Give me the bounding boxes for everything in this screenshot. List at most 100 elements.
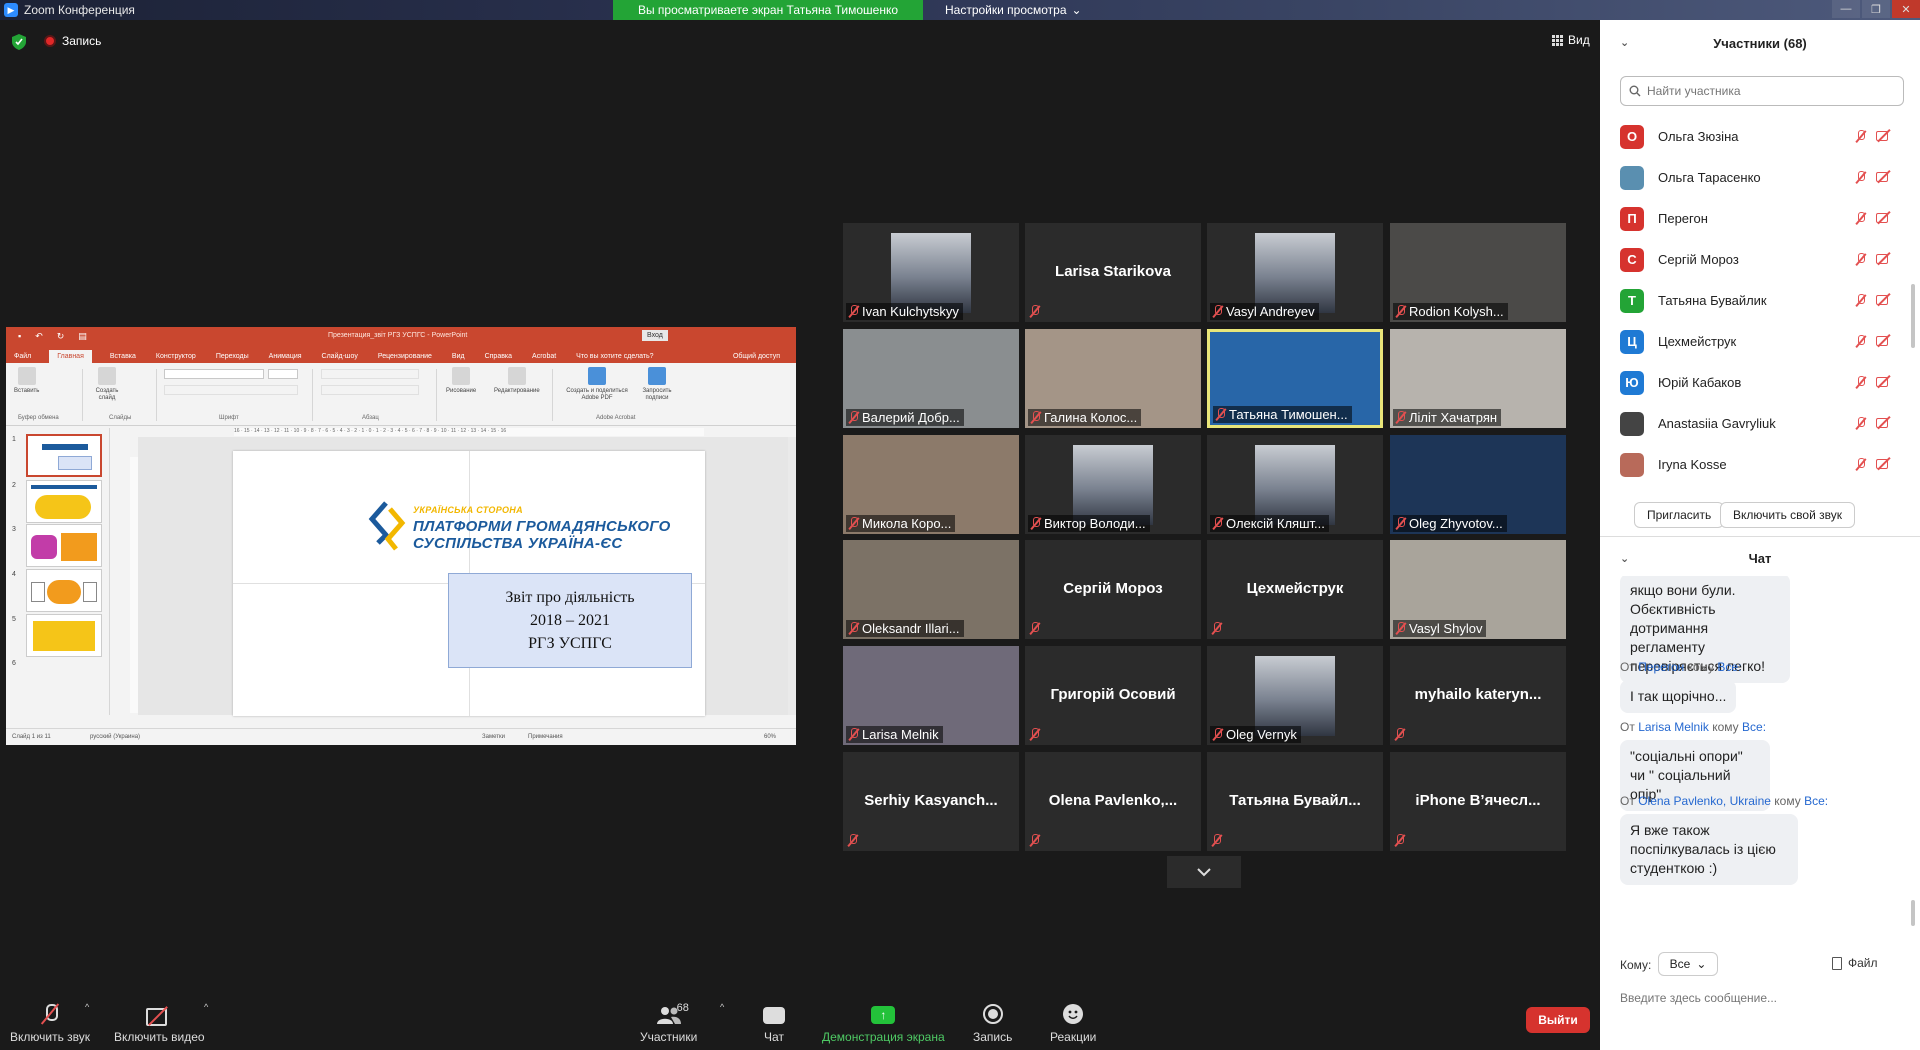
chat-message-meta: От Olena Pavlenko, Ukraine кому Все:	[1620, 794, 1829, 808]
video-tile[interactable]: Сергій Мороз	[1025, 540, 1201, 639]
video-tile[interactable]: Олексій Кляшт...	[1207, 435, 1383, 534]
video-button[interactable]: Включить видео	[114, 990, 205, 1050]
search-input[interactable]	[1647, 84, 1887, 98]
video-tile[interactable]: Валерий Добр...	[843, 329, 1019, 428]
chat-scrollbar[interactable]	[1911, 900, 1915, 926]
collapse-chevron-icon[interactable]: ⌄	[1620, 36, 1629, 49]
participant-search[interactable]	[1620, 76, 1904, 106]
participants-icon: 68	[656, 1002, 689, 1024]
new-slide-icon	[98, 367, 116, 385]
video-tile[interactable]: Larisa Melnik	[843, 646, 1019, 745]
microphone-off-icon	[1030, 411, 1041, 424]
camera-off-icon	[1876, 130, 1892, 141]
file-button[interactable]: Файл	[1832, 956, 1878, 970]
video-tile[interactable]: Григорій Осовий	[1025, 646, 1201, 745]
video-tile[interactable]: myhailo katеryn...	[1390, 646, 1566, 745]
next-page-button[interactable]	[1167, 856, 1241, 888]
recording-indicator[interactable]: Запись	[44, 34, 101, 48]
participant-name: Цехмейструк	[1246, 580, 1344, 597]
chat-input[interactable]	[1620, 986, 1900, 1010]
invite-button[interactable]: Пригласить	[1634, 502, 1725, 528]
window-title: Zoom Конференция	[24, 3, 135, 17]
save-icon: ▪	[18, 331, 22, 341]
audio-options-caret[interactable]: ^	[85, 1002, 89, 1012]
video-tile[interactable]: Larisa Starikova	[1025, 223, 1201, 322]
video-tile[interactable]: Ivan Kulchytskyy	[843, 223, 1019, 322]
participant-row[interactable]: Ц Цехмейструк	[1600, 321, 1920, 362]
view-button[interactable]: Вид	[1552, 33, 1590, 47]
video-tile[interactable]: Oleg Vernyk	[1207, 646, 1383, 745]
record-button[interactable]: Запись	[973, 990, 1012, 1050]
participant-photo	[1255, 656, 1335, 736]
video-tile[interactable]: Oleg Zhyvotov...	[1390, 435, 1566, 534]
ppt-new-slide: Создать слайд	[92, 367, 122, 402]
video-tile[interactable]: Oleksandr Illari...	[843, 540, 1019, 639]
share-screen-button[interactable]: ↑ Демонстрация экрана	[822, 990, 945, 1050]
participants-options-caret[interactable]: ^	[720, 1002, 724, 1012]
reactions-button[interactable]: Реакции	[1050, 990, 1096, 1050]
audio-button[interactable]: Включить звук	[10, 990, 90, 1050]
chat-recipient: Все:	[1804, 794, 1829, 808]
participant-name: Serhiy Kasyanch...	[864, 792, 998, 809]
ppt-ruler: 16 · 15 · 14 · 13 · 12 · 11 · 10 · 9 · 8…	[234, 428, 704, 436]
participant-row[interactable]: Т Татьяна Бувайлик	[1600, 280, 1920, 321]
video-tile[interactable]: Rodion Kolysh...	[1390, 223, 1566, 322]
shield-icon[interactable]	[12, 34, 26, 50]
ppt-tell-me: Что вы хотите сделать?	[576, 353, 654, 360]
ppt-ribbon: Вставить Создать слайд Рисование Редакти…	[6, 363, 796, 426]
recipient-select[interactable]: Все ⌄	[1658, 952, 1718, 976]
participant-row[interactable]: Ю Юрій Кабаков	[1600, 362, 1920, 403]
notes-label: Заметки	[482, 734, 505, 740]
participant-row[interactable]: С Сергій Мороз	[1600, 239, 1920, 280]
video-tile[interactable]: Галина Колос...	[1025, 329, 1201, 428]
avatar: П	[1620, 206, 1644, 231]
leave-button[interactable]: Выйти	[1526, 1007, 1590, 1033]
unmute-me-button[interactable]: Включить свой звук	[1720, 502, 1855, 528]
view-options-button[interactable]: Настройки просмотра ⌄	[945, 0, 1082, 20]
video-tile[interactable]: Лілiт Хачатрян	[1390, 329, 1566, 428]
microphone-off-icon	[848, 305, 859, 318]
chat-button[interactable]: Чат	[763, 990, 785, 1050]
participant-row[interactable]: Iryna Kosse	[1600, 444, 1920, 485]
chat-recipient: Все:	[1717, 660, 1742, 674]
microphone-off-icon	[848, 728, 859, 741]
participant-photo	[1255, 445, 1335, 525]
microphone-off-icon	[848, 622, 859, 635]
participant-name-text: Oleg Vernyk	[1226, 727, 1297, 742]
video-tile[interactable]: Татьяна Тимошен...	[1207, 329, 1383, 428]
chat-message: Я вже також поспілкувалась із цією студе…	[1620, 814, 1798, 885]
signature-icon	[648, 367, 666, 385]
paragraph-row	[321, 369, 419, 379]
microphone-off-icon	[848, 517, 859, 530]
video-tile[interactable]: Татьяна Бувайл...	[1207, 752, 1383, 851]
camera-off-icon	[1876, 376, 1892, 387]
participant-name: iPhone В’ячесл...	[1415, 792, 1541, 809]
video-tile[interactable]: Vasyl Shylov	[1390, 540, 1566, 639]
ppt-title-bar: ▪ ↶ ↻ ▤ Презентация_звіт РГЗ УСПГС - Pow…	[6, 327, 796, 346]
participant-name-text: Rodion Kolysh...	[1409, 304, 1504, 319]
minimize-icon[interactable]: —	[1832, 0, 1860, 18]
close-icon[interactable]: ✕	[1892, 0, 1920, 18]
video-tile[interactable]: Виктор Володи...	[1025, 435, 1201, 534]
participant-row[interactable]: О Ольга Зюзіна	[1600, 116, 1920, 157]
chevron-down-icon: ⌄	[1071, 3, 1082, 17]
video-tile[interactable]: iPhone В’ячесл...	[1390, 752, 1566, 851]
video-tile[interactable]: Serhiy Kasyanch...	[843, 752, 1019, 851]
video-tile[interactable]: Микола Коро...	[843, 435, 1019, 534]
paragraph-row-2	[321, 385, 419, 395]
video-options-caret[interactable]: ^	[204, 1002, 208, 1012]
slide-thumb	[26, 569, 102, 612]
collapse-chevron-icon[interactable]: ⌄	[1620, 552, 1629, 565]
meeting-toolbar: Включить звук ^ Включить видео ^ 68 Учас…	[0, 990, 1600, 1050]
participant-name: Vasyl Andreyev	[1210, 303, 1319, 320]
maximize-icon[interactable]: ❐	[1862, 0, 1890, 18]
view-options-label: Настройки просмотра	[945, 3, 1067, 17]
participant-row[interactable]: Anastasiia Gavryliuk	[1600, 403, 1920, 444]
video-tile[interactable]: Цехмейструк	[1207, 540, 1383, 639]
participant-row[interactable]: Ольга Тарасенко	[1600, 157, 1920, 198]
participants-scrollbar[interactable]	[1911, 284, 1915, 348]
participants-button[interactable]: 68 Участники	[640, 990, 697, 1050]
video-tile[interactable]: Vasyl Andreyev	[1207, 223, 1383, 322]
video-tile[interactable]: Olena Pavlenko,...	[1025, 752, 1201, 851]
participant-row[interactable]: П Перегон	[1600, 198, 1920, 239]
